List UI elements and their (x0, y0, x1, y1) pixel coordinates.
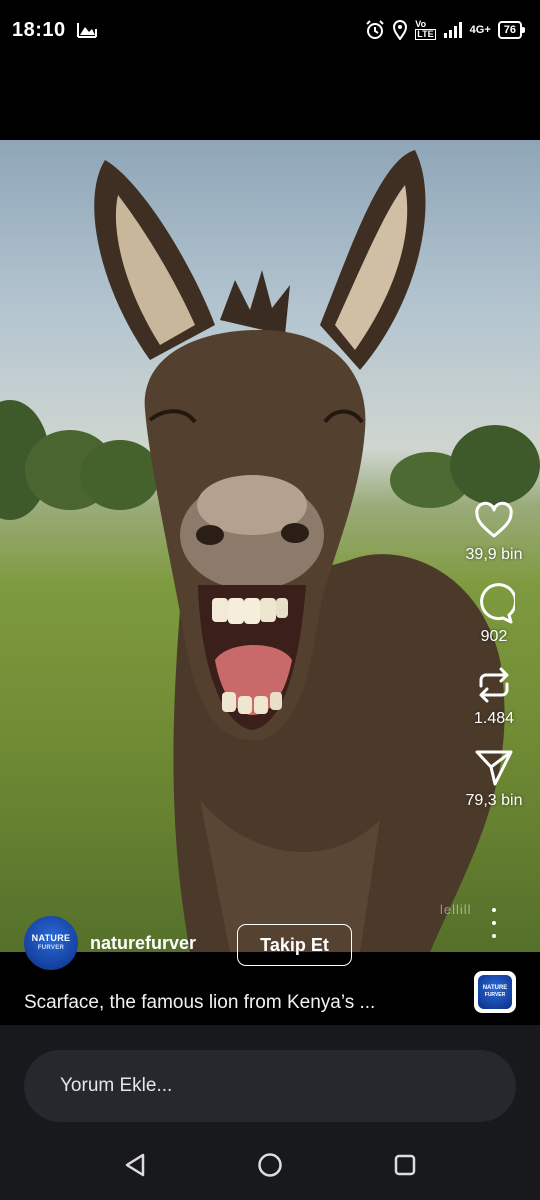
comment-count: 902 (480, 628, 508, 645)
signal-icon (443, 22, 462, 38)
audio-thumbnail[interactable]: NATURE FURVER (474, 971, 516, 1013)
network-type: 4G+ (469, 24, 491, 36)
gallery-notification-icon (76, 23, 97, 38)
watermark: lellill (440, 902, 472, 917)
reel-owner: NATURE FURVER naturefurver (24, 916, 196, 970)
comment-button[interactable]: 902 (448, 582, 540, 646)
repost-button[interactable]: 1.484 (448, 664, 540, 728)
alarm-icon (366, 20, 385, 39)
back-icon[interactable] (120, 1150, 150, 1180)
repost-count: 1.484 (473, 710, 515, 727)
heart-icon (475, 501, 513, 538)
reel-actions: 39,9 bin 902 1.484 79,3 bin (448, 500, 540, 828)
location-icon (393, 20, 408, 40)
repost-icon (479, 667, 509, 703)
username[interactable]: naturefurver (90, 933, 196, 954)
like-button[interactable]: 39,9 bin (448, 500, 540, 564)
caption[interactable]: Scarface, the famous lion from Kenya’s .… (24, 992, 375, 1014)
home-icon[interactable] (255, 1150, 285, 1180)
comment-icon (480, 583, 515, 624)
avatar[interactable]: NATURE FURVER (24, 916, 78, 970)
follow-button[interactable]: Takip Et (237, 924, 352, 966)
status-bar: 18:10 Vo LTE 4G+ 76 (0, 0, 540, 60)
more-options-icon[interactable] (485, 908, 503, 938)
comment-input[interactable]: Yorum Ekle... (24, 1050, 516, 1122)
battery-indicator: 76 (497, 21, 526, 39)
send-icon (475, 750, 513, 786)
recents-icon[interactable] (390, 1150, 420, 1180)
share-button[interactable]: 79,3 bin (448, 746, 540, 810)
volte-indicator: Vo LTE (415, 19, 436, 40)
share-count: 79,3 bin (465, 792, 523, 809)
status-time: 18:10 (12, 18, 66, 41)
like-count: 39,9 bin (465, 546, 523, 563)
